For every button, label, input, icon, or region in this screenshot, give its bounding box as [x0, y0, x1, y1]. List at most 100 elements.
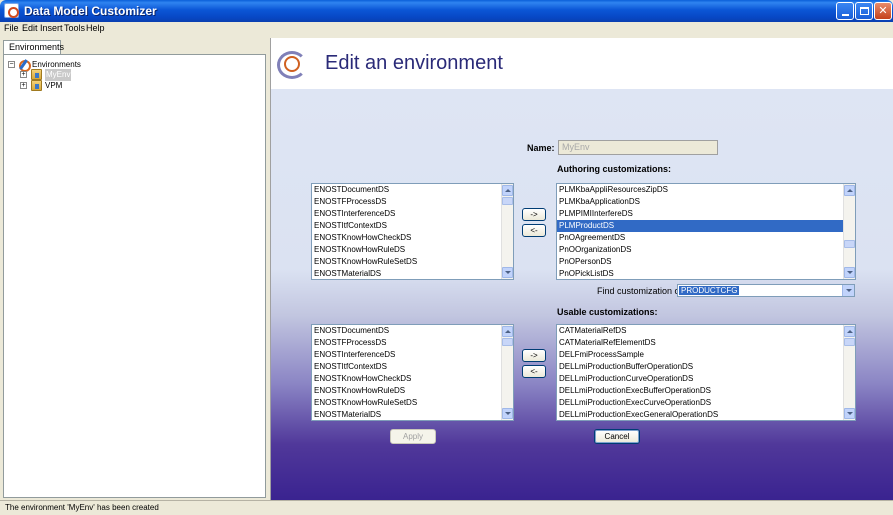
- minimize-icon: [841, 14, 849, 16]
- scroll-down-icon[interactable]: [844, 408, 855, 419]
- available-list-usable[interactable]: ENOSTDocumentDS ENOSTFProcessDS ENOSTInt…: [311, 324, 514, 421]
- edit-environment-panel: Edit an environment Name: MyEnv Authorin…: [270, 38, 893, 500]
- app-logo-icon: [4, 3, 19, 18]
- name-field[interactable]: MyEnv: [558, 140, 718, 155]
- authoring-items: PLMKbaAppliResourcesZipDS PLMKbaApplicat…: [557, 184, 855, 279]
- list-item[interactable]: DELLmiProductionCurveOperationDS: [557, 373, 855, 385]
- list-item[interactable]: PnOAgreementDS: [557, 232, 855, 244]
- list-item[interactable]: ENOSTKnowHowRuleDS: [312, 244, 513, 256]
- list-item[interactable]: DELLmiProductionExecGeneralOperationDS: [557, 409, 855, 420]
- menu-insert[interactable]: Insert: [40, 23, 63, 33]
- list-item[interactable]: ENOSTMaterialDS: [312, 409, 513, 420]
- list-item[interactable]: ENOSTDocumentDS: [312, 184, 513, 196]
- list-item[interactable]: DELFmiProcessSample: [557, 349, 855, 361]
- list-item[interactable]: ENOSTMaterialDS: [312, 268, 513, 279]
- list-item[interactable]: ENOSTKnowHowRuleSetDS: [312, 397, 513, 409]
- list-item-selected[interactable]: PLMProductDS: [557, 220, 855, 232]
- list-item[interactable]: PnOOrganizationDS: [557, 244, 855, 256]
- expand-icon[interactable]: +: [20, 71, 27, 78]
- scroll-up-icon[interactable]: [502, 185, 513, 196]
- list-item[interactable]: ENOSTItfContextDS: [312, 361, 513, 373]
- list-item[interactable]: PLMKbaAppliResourcesZipDS: [557, 184, 855, 196]
- scroll-thumb[interactable]: [844, 338, 855, 346]
- title-bar: Data Model Customizer ✕: [0, 0, 893, 22]
- list-item[interactable]: PnOPersonDS: [557, 256, 855, 268]
- vertical-scrollbar[interactable]: [501, 325, 513, 420]
- find-customization-combo[interactable]: PRODUCTCFG: [677, 284, 855, 297]
- status-text: The environment 'MyEnv' has been created: [5, 503, 159, 512]
- minimize-button[interactable]: [836, 2, 854, 20]
- folder-icon: [31, 69, 42, 80]
- scroll-thumb[interactable]: [502, 197, 513, 205]
- list-item[interactable]: ENOSTInterferenceDS: [312, 349, 513, 361]
- maximize-icon: [859, 7, 869, 15]
- list-item[interactable]: ENOSTItfContextDS: [312, 220, 513, 232]
- window-title: Data Model Customizer: [24, 4, 157, 18]
- list-item[interactable]: ENOSTFProcessDS: [312, 196, 513, 208]
- list-item[interactable]: PLMPIMIInterfereDS: [557, 208, 855, 220]
- usable-items: CATMaterialRefDS CATMaterialRefElementDS…: [557, 325, 855, 420]
- list-item[interactable]: DELLmiProductionExecCurveOperationDS: [557, 397, 855, 409]
- tree-node-vpm[interactable]: + VPM: [20, 80, 140, 92]
- expand-icon[interactable]: +: [20, 82, 27, 89]
- scroll-up-icon[interactable]: [844, 326, 855, 337]
- list-item[interactable]: ENOSTDocumentDS: [312, 325, 513, 337]
- vertical-scrollbar[interactable]: [843, 184, 855, 279]
- usable-title: Usable customizations:: [557, 307, 658, 317]
- list-item[interactable]: ENOSTKnowHowCheckDS: [312, 232, 513, 244]
- list-item[interactable]: ENOSTKnowHowRuleSetDS: [312, 256, 513, 268]
- add-usable-button[interactable]: ->: [522, 349, 546, 362]
- list-item[interactable]: DELLmiProductionBufferOperationDS: [557, 361, 855, 373]
- find-value: PRODUCTCFG: [679, 286, 740, 295]
- available-items: ENOSTDocumentDS ENOSTFProcessDS ENOSTInt…: [312, 184, 513, 279]
- name-label: Name:: [527, 143, 555, 153]
- tab-environments[interactable]: Environments: [3, 40, 64, 54]
- usable-customizations-list[interactable]: CATMaterialRefDS CATMaterialRefElementDS…: [556, 324, 856, 421]
- cancel-button[interactable]: Cancel: [594, 429, 640, 444]
- list-item[interactable]: CATMaterialRefDS: [557, 325, 855, 337]
- list-item[interactable]: ENOSTInterferenceDS: [312, 208, 513, 220]
- status-bar: The environment 'MyEnv' has been created: [0, 500, 893, 515]
- apply-button[interactable]: Apply: [390, 429, 436, 444]
- vertical-scrollbar[interactable]: [501, 184, 513, 279]
- scroll-down-icon[interactable]: [502, 267, 513, 278]
- menu-tools[interactable]: Tools: [64, 23, 85, 33]
- scroll-thumb[interactable]: [502, 338, 513, 346]
- list-item[interactable]: PnOPickListDS: [557, 268, 855, 279]
- remove-authoring-button[interactable]: <-: [522, 224, 546, 237]
- list-item[interactable]: ENOSTFProcessDS: [312, 337, 513, 349]
- menu-edit[interactable]: Edit: [22, 23, 38, 33]
- menu-help[interactable]: Help: [86, 23, 105, 33]
- vertical-scrollbar[interactable]: [843, 325, 855, 420]
- list-item[interactable]: ENOSTKnowHowRuleDS: [312, 385, 513, 397]
- list-item[interactable]: ENOSTKnowHowCheckDS: [312, 373, 513, 385]
- add-authoring-button[interactable]: ->: [522, 208, 546, 221]
- available-list-authoring[interactable]: ENOSTDocumentDS ENOSTFProcessDS ENOSTInt…: [311, 183, 514, 280]
- list-item[interactable]: PLMKbaApplicationDS: [557, 196, 855, 208]
- available-items-2: ENOSTDocumentDS ENOSTFProcessDS ENOSTInt…: [312, 325, 513, 420]
- list-item[interactable]: DELLmiProductionExecBufferOperationDS: [557, 385, 855, 397]
- authoring-customizations-list[interactable]: PLMKbaAppliResourcesZipDS PLMKbaApplicat…: [556, 183, 856, 280]
- scroll-up-icon[interactable]: [502, 326, 513, 337]
- maximize-button[interactable]: [855, 2, 873, 20]
- customizer-logo-icon: [277, 47, 307, 79]
- panel-header: Edit an environment: [271, 38, 893, 89]
- page-title: Edit an environment: [325, 52, 503, 74]
- list-item[interactable]: CATMaterialRefElementDS: [557, 337, 855, 349]
- scroll-down-icon[interactable]: [502, 408, 513, 419]
- dropdown-arrow-icon[interactable]: [842, 285, 854, 296]
- remove-usable-button[interactable]: <-: [522, 365, 546, 378]
- menu-bar: File Edit Insert Tools Help: [0, 22, 893, 36]
- environment-tree: − Environments + MyEnv + VPM: [3, 54, 266, 498]
- tree-node-label: VPM: [45, 81, 63, 90]
- folder-icon: [31, 80, 42, 91]
- menu-file[interactable]: File: [4, 23, 19, 33]
- scroll-down-icon[interactable]: [844, 267, 855, 278]
- find-label: Find customization of:: [597, 286, 685, 296]
- collapse-icon[interactable]: −: [8, 61, 15, 68]
- authoring-title: Authoring customizations:: [557, 164, 671, 174]
- close-icon: ✕: [878, 4, 888, 17]
- close-button[interactable]: ✕: [874, 2, 892, 20]
- scroll-up-icon[interactable]: [844, 185, 855, 196]
- scroll-thumb[interactable]: [844, 240, 855, 248]
